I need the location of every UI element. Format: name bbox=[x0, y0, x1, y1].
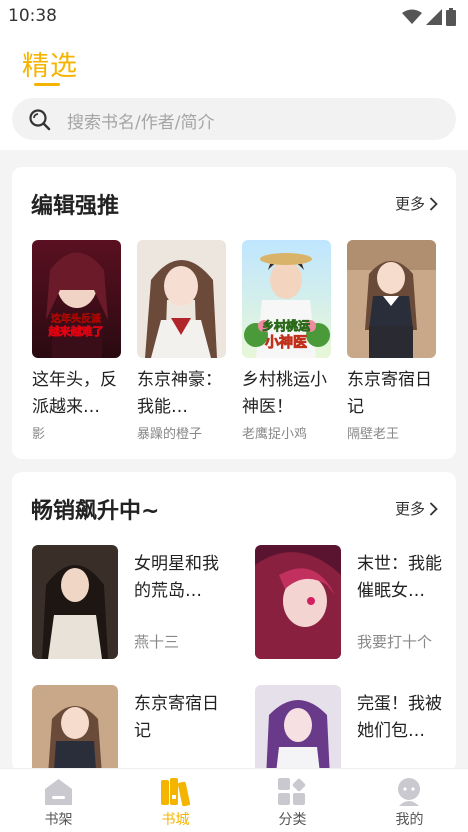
status-time: 10:38 bbox=[8, 6, 57, 26]
tab-label: 书架 bbox=[44, 812, 73, 828]
section-title: 编辑强推 bbox=[31, 194, 120, 219]
book-author: 隔壁老王 bbox=[347, 427, 400, 442]
book-title: 东京神豪：我能… bbox=[137, 370, 222, 417]
search-bar[interactable]: 搜索书名/作者/简介 bbox=[12, 98, 456, 140]
page-title[interactable]: 精选 bbox=[22, 44, 78, 83]
more-label: 更多 bbox=[394, 500, 425, 518]
tab-profile[interactable]: 我的 bbox=[351, 769, 468, 832]
ranked-book-item[interactable]: 完蛋！我被她们包… bbox=[255, 685, 455, 772]
ranked-book-item[interactable]: 东京寄宿日记 bbox=[32, 685, 232, 772]
book-cover bbox=[255, 545, 341, 659]
tab-bookstore[interactable]: 书城 bbox=[117, 769, 234, 832]
tab-label: 分类 bbox=[278, 812, 307, 828]
status-bar: 10:38 bbox=[0, 0, 468, 32]
section-title: 畅销飙升中~ bbox=[31, 499, 160, 524]
title-underline bbox=[34, 83, 60, 86]
book-cover bbox=[255, 685, 341, 772]
book-cover bbox=[137, 240, 226, 358]
best-sellers-section: 畅销飙升中~ 更多 女明星和我的荒岛… 燕十三 末世：我能催眠女… 我要打十个 bbox=[12, 472, 456, 772]
tab-category[interactable]: 分类 bbox=[234, 769, 351, 832]
book-title: 完蛋！我被她们包… bbox=[357, 694, 442, 741]
chevron-right-icon bbox=[429, 501, 438, 516]
book-title: 乡村桃运小神医！ bbox=[242, 370, 327, 417]
book-author: 暴躁的橙子 bbox=[137, 427, 203, 442]
more-button[interactable]: 更多 bbox=[395, 498, 438, 519]
chevron-right-icon bbox=[429, 196, 438, 211]
book-cover bbox=[32, 685, 118, 772]
ranked-book-item[interactable]: 末世：我能催眠女… 我要打十个 bbox=[255, 545, 455, 665]
svg-text:越来越难了: 越来越难了 bbox=[48, 324, 104, 338]
svg-text:小神医: 小神医 bbox=[265, 334, 307, 351]
search-placeholder: 搜索书名/作者/简介 bbox=[67, 113, 215, 133]
battery-icon bbox=[446, 8, 456, 26]
book-title: 这年头，反派越来… bbox=[32, 370, 117, 417]
category-icon bbox=[278, 778, 306, 805]
signal-icon bbox=[426, 9, 442, 25]
book-author: 影 bbox=[32, 427, 46, 442]
tab-bookshelf[interactable]: 书架 bbox=[0, 769, 117, 832]
book-author: 我要打十个 bbox=[357, 633, 433, 651]
book-author: 老鹰捉小鸡 bbox=[242, 427, 308, 442]
bottom-tab-bar: 书架 书城 分类 我的 bbox=[0, 768, 468, 832]
header: 精选 搜索书名/作者/简介 bbox=[0, 32, 468, 150]
status-icons bbox=[402, 8, 456, 26]
tab-label: 我的 bbox=[395, 812, 424, 828]
book-cover bbox=[32, 545, 118, 659]
editor-picks-section: 编辑强推 更多 这年头反派 越来越难了 这年头，反派越来… 影 东京神豪：我能…… bbox=[12, 167, 456, 459]
profile-icon bbox=[398, 778, 420, 806]
bookshelf-icon bbox=[45, 779, 72, 805]
book-author: 燕十三 bbox=[134, 633, 180, 651]
more-button[interactable]: 更多 bbox=[395, 193, 438, 214]
svg-text:这年头反派: 这年头反派 bbox=[51, 312, 102, 325]
book-title: 末世：我能催眠女… bbox=[357, 554, 442, 601]
bookstore-icon bbox=[161, 778, 191, 807]
book-card[interactable]: 东京神豪：我能… 暴躁的橙子 bbox=[137, 240, 229, 442]
book-title: 女明星和我的荒岛… bbox=[134, 554, 219, 601]
book-cover: 乡村桃运 小神医 bbox=[242, 240, 331, 358]
search-icon bbox=[29, 109, 51, 131]
book-title: 东京寄宿日记 bbox=[134, 694, 219, 741]
book-cover bbox=[347, 240, 436, 358]
book-title: 东京寄宿日记 bbox=[347, 370, 432, 417]
svg-text:乡村桃运: 乡村桃运 bbox=[262, 318, 310, 333]
ranked-book-item[interactable]: 女明星和我的荒岛… 燕十三 bbox=[32, 545, 232, 665]
book-card[interactable]: 东京寄宿日记 隔壁老王 bbox=[347, 240, 439, 442]
book-cover: 这年头反派 越来越难了 bbox=[32, 240, 121, 358]
tab-label: 书城 bbox=[161, 812, 190, 828]
more-label: 更多 bbox=[394, 195, 425, 213]
book-card[interactable]: 乡村桃运 小神医 乡村桃运小神医！ 老鹰捉小鸡 bbox=[242, 240, 334, 442]
wifi-icon bbox=[402, 9, 422, 24]
book-card[interactable]: 这年头反派 越来越难了 这年头，反派越来… 影 bbox=[32, 240, 124, 442]
